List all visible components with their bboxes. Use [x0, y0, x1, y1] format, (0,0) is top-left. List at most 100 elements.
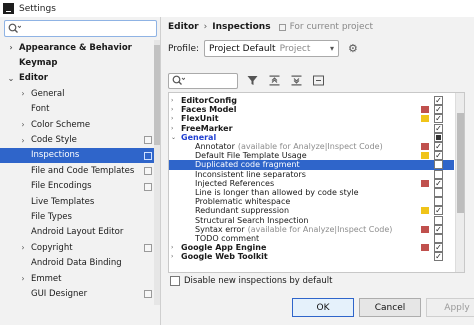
inspection-row[interactable]: TODO comment [169, 234, 454, 243]
inspection-enabled-checkbox[interactable]: ✓ [434, 123, 443, 133]
sidebar-item-emmet[interactable]: › Emmet [0, 271, 160, 286]
inspection-enabled-checkbox[interactable] [434, 188, 443, 197]
dialog-buttons: OK Cancel Apply [292, 298, 474, 317]
sidebar-scrollbar[interactable] [154, 40, 160, 305]
inspection-row[interactable]: › Google Web Toolkit ✓ [169, 252, 454, 262]
inspection-enabled-checkbox[interactable]: ✓ [434, 243, 443, 253]
inspection-enabled-checkbox[interactable] [434, 215, 443, 225]
sidebar-item-inspections[interactable]: Inspections [0, 147, 160, 164]
inspection-label: Injected References [195, 178, 275, 188]
chevron-right-icon[interactable]: › [18, 89, 28, 98]
chevron-right-icon[interactable]: › [171, 243, 173, 252]
sidebar-item-file-encodings[interactable]: File Encodings [0, 179, 160, 194]
inspection-enabled-checkbox[interactable] [434, 169, 443, 179]
inspection-enabled-checkbox[interactable]: ✓ [434, 96, 443, 105]
sidebar-item-general[interactable]: › General [0, 86, 160, 101]
sidebar-item-editor[interactable]: ⌄ Editor [0, 71, 160, 86]
sidebar-item-gui-designer[interactable]: GUI Designer [0, 286, 160, 301]
chevron-right-icon[interactable]: › [171, 96, 173, 105]
inspection-row[interactable]: › Faces Model ✓ [169, 105, 454, 115]
filter-icon[interactable] [244, 73, 260, 89]
sidebar-item-file-types[interactable]: File Types [0, 209, 160, 224]
chevron-right-icon[interactable]: › [171, 114, 173, 123]
inspection-row[interactable]: Problematic whitespace [169, 197, 454, 207]
settings-tree: › Appearance & Behavior Keymap ⌄ Editor › Gene… [0, 40, 160, 325]
chevron-down-icon[interactable]: ⌄ [6, 74, 16, 83]
inspection-label: Line is longer than allowed by code styl… [195, 188, 359, 197]
intellij-app-icon [3, 3, 14, 14]
inspection-enabled-checkbox[interactable] [434, 197, 443, 207]
sidebar-item-label: Copyright [31, 242, 73, 253]
ok-button[interactable]: OK [292, 298, 354, 317]
inspection-row[interactable]: › Google App Engine ✓ [169, 243, 454, 253]
chevron-right-icon[interactable]: › [18, 243, 28, 252]
sidebar-item-font[interactable]: Font [0, 102, 160, 117]
sidebar-item-label: File and Code Templates [31, 165, 135, 176]
breadcrumb: Editor › Inspections For current project [168, 21, 373, 33]
collapse-all-icon[interactable] [288, 73, 304, 89]
inspection-row[interactable]: Duplicated code fragment [169, 160, 454, 170]
chevron-right-icon[interactable]: › [171, 124, 173, 133]
profile-dropdown[interactable]: Project Default Project ▾ [204, 40, 340, 57]
inspection-row[interactable]: Default File Template Usage ✓ [169, 151, 454, 161]
sidebar-item-file-and-code-templates[interactable]: File and Code Templates [0, 163, 160, 178]
inspection-enabled-checkbox[interactable]: ✓ [434, 151, 443, 161]
inspection-row[interactable]: Inconsistent line separators [169, 169, 454, 179]
chevron-right-icon[interactable]: › [171, 105, 173, 114]
inspection-row[interactable]: Redundant suppression ✓ [169, 206, 454, 216]
sidebar-item-android-layout-editor[interactable]: Android Layout Editor [0, 225, 160, 240]
chevron-right-icon[interactable]: › [6, 43, 16, 52]
sidebar-item-keymap[interactable]: Keymap [0, 55, 160, 70]
inspection-row[interactable]: › EditorConfig ✓ [169, 96, 454, 105]
inspection-row[interactable]: Structural Search Inspection [169, 215, 454, 225]
inspection-row[interactable]: Annotator (available for Analyze|Inspect … [169, 142, 454, 151]
reset-icon[interactable] [310, 73, 326, 89]
project-settings-icon [144, 290, 152, 299]
checkbox-box[interactable] [170, 276, 180, 286]
chevron-right-icon[interactable]: › [171, 252, 173, 261]
chevron-right-icon[interactable]: › [18, 120, 28, 129]
inspection-label: Annotator [195, 142, 235, 151]
inspection-enabled-checkbox[interactable]: ✓ [434, 224, 443, 234]
project-settings-icon [144, 244, 152, 253]
inspection-row[interactable]: Syntax error (available for Analyze|Inspe… [169, 224, 454, 234]
sidebar-item-code-style[interactable]: › Code Style [0, 132, 160, 147]
inspection-enabled-checkbox[interactable] [434, 234, 443, 243]
sidebar-item-appearance-behavior[interactable]: › Appearance & Behavior [0, 40, 160, 55]
sidebar-item-live-templates[interactable]: Live Templates [0, 194, 160, 209]
breadcrumb-editor[interactable]: Editor [168, 22, 199, 32]
chevron-down-icon[interactable]: ⌄ [171, 133, 176, 142]
inspection-label: Inconsistent line separators [195, 169, 306, 179]
cancel-button[interactable]: Cancel [359, 298, 421, 317]
gear-icon[interactable]: ⚙ [348, 42, 358, 55]
inspections-scrollbar[interactable] [455, 93, 464, 272]
inspection-enabled-checkbox[interactable]: ✓ [434, 114, 443, 124]
inspection-enabled-checkbox[interactable]: ✓ [434, 142, 443, 151]
inspection-row[interactable]: › FreeMarker ✓ [169, 123, 454, 133]
apply-button[interactable]: Apply [426, 298, 474, 317]
inspection-enabled-checkbox[interactable] [434, 160, 443, 170]
inspection-label: Default File Template Usage [195, 151, 307, 161]
inspection-row[interactable]: Line is longer than allowed by code styl… [169, 188, 454, 197]
inspection-label: EditorConfig [181, 96, 237, 105]
settings-search-input[interactable] [24, 23, 144, 34]
inspection-row[interactable]: Injected References ✓ [169, 178, 454, 188]
sidebar-item-copyright[interactable]: › Copyright [0, 240, 160, 255]
disable-new-inspections-checkbox[interactable]: Disable new inspections by default [170, 276, 332, 286]
sidebar-item-label: Emmet [31, 273, 62, 284]
search-icon [8, 23, 21, 33]
expand-all-icon[interactable] [266, 73, 282, 89]
inspection-enabled-checkbox[interactable] [434, 132, 443, 142]
inspection-enabled-checkbox[interactable]: ✓ [434, 105, 443, 115]
inspection-enabled-checkbox[interactable]: ✓ [434, 252, 443, 262]
chevron-right-icon[interactable]: › [18, 136, 28, 145]
inspection-row[interactable]: › FlexUnit ✓ [169, 114, 454, 124]
sidebar-item-color-scheme[interactable]: › Color Scheme [0, 117, 160, 132]
inspection-enabled-checkbox[interactable]: ✓ [434, 178, 443, 188]
inspection-enabled-checkbox[interactable]: ✓ [434, 206, 443, 216]
sidebar-item-android-data-binding[interactable]: Android Data Binding [0, 255, 160, 270]
chevron-right-icon[interactable]: › [18, 274, 28, 283]
inspection-filter-input[interactable] [168, 72, 238, 89]
inspection-row[interactable]: ⌄ General [169, 132, 454, 142]
settings-search-box[interactable] [4, 20, 157, 37]
